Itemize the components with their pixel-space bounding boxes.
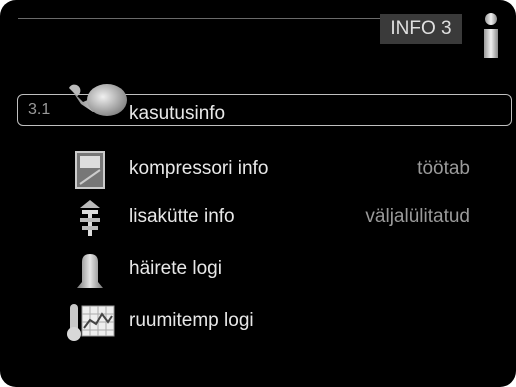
menu-item-kompressori-info[interactable]: kompressori info töötab (0, 148, 516, 192)
info-icon (484, 13, 498, 58)
bell-icon (77, 254, 103, 288)
menu-item-number: 3.1 (28, 101, 51, 118)
thermometer-graph-icon (67, 304, 115, 341)
display-screen: INFO 3 3.1 kasutusinfo kompressori info … (0, 0, 516, 387)
menu-item-hairete-logi[interactable]: häirete logi (0, 248, 516, 292)
menu-item-label: lisakütte info (129, 206, 235, 227)
menu-item-status: töötab (417, 158, 470, 179)
compressor-icon (75, 151, 105, 189)
menu-item-label: häirete logi (129, 258, 222, 279)
menu-item-lisakutte-info[interactable]: lisakütte info väljalülitatud (0, 196, 516, 240)
header-divider (18, 18, 383, 19)
menu-title: INFO 3 (380, 14, 462, 44)
menu-item-label: kasutusinfo (129, 103, 226, 124)
menu-item-label: kompressori info (129, 158, 269, 179)
heater-icon (80, 200, 100, 236)
wrench-icon (69, 84, 127, 116)
menu-item-label: ruumitemp logi (129, 310, 254, 331)
menu-item-status: väljalülitatud (365, 206, 470, 227)
menu-item-ruumitemp-logi[interactable]: ruumitemp logi (0, 300, 516, 344)
